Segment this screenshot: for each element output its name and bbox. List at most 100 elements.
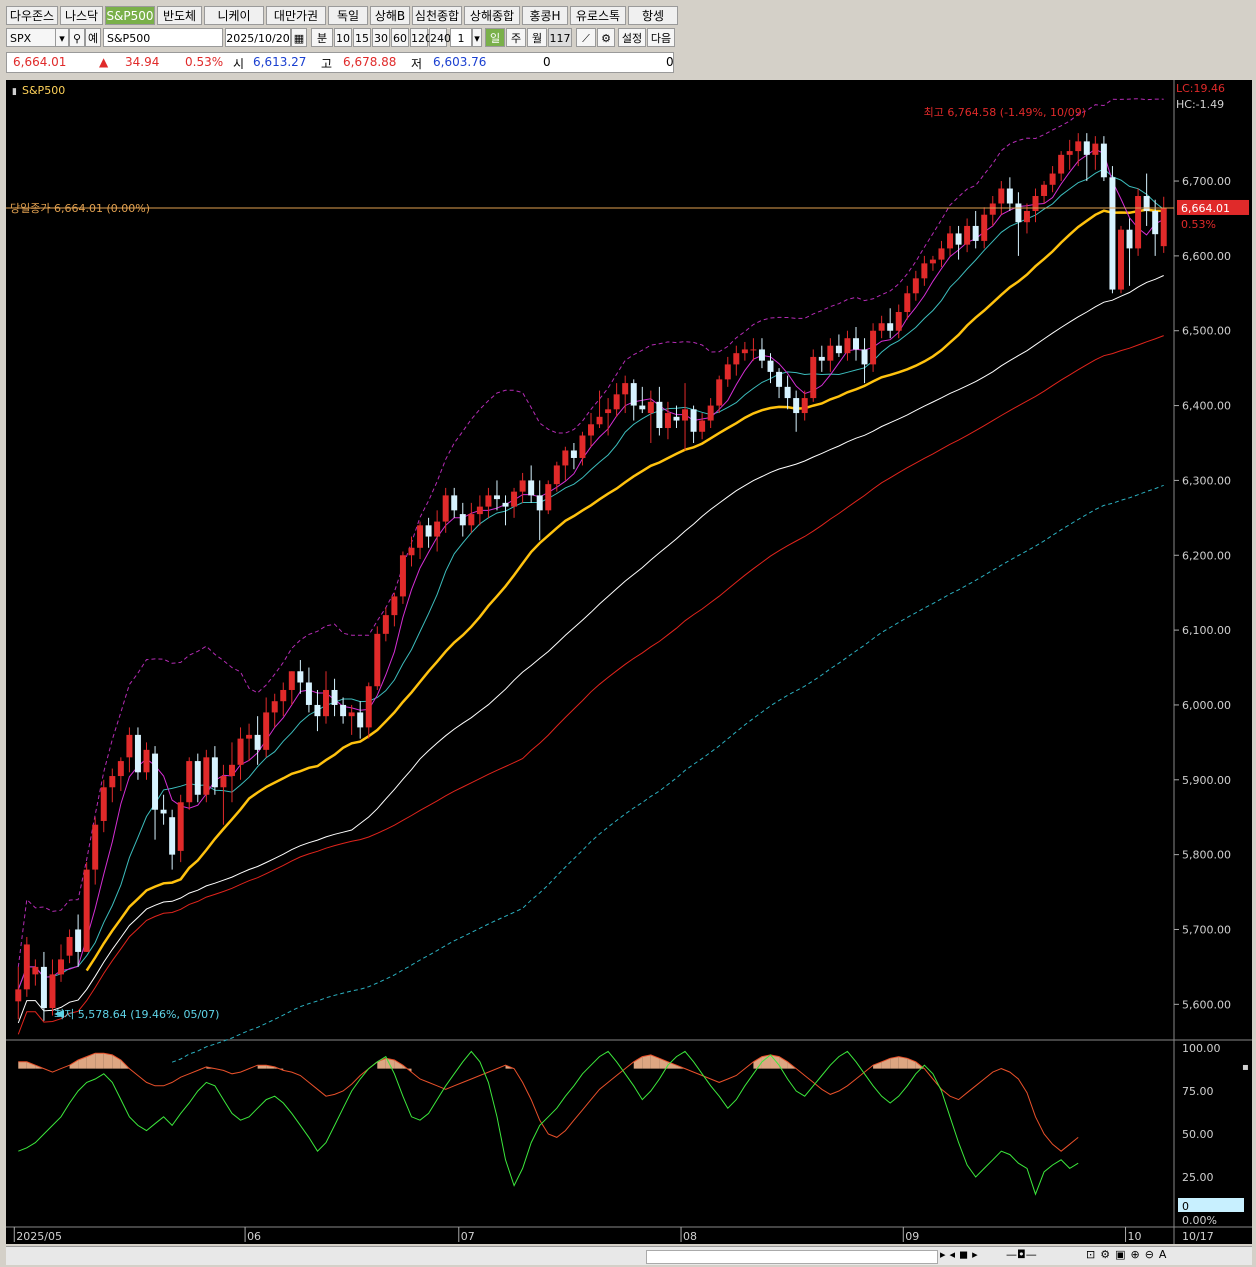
osc-pct-label: 0.00% — [1182, 1214, 1217, 1227]
x-label-0: 2025/05 — [16, 1230, 62, 1243]
tab-3[interactable]: 반도체 — [157, 6, 202, 25]
symbol-code-input[interactable]: SPX — [6, 28, 56, 47]
candle-body-60 — [528, 480, 535, 496]
tab-7[interactable]: 상해B — [370, 6, 410, 25]
candle-body-50 — [442, 495, 449, 522]
period-button-2[interactable]: 15 — [353, 28, 371, 47]
candle-body-88 — [767, 360, 774, 372]
candle-body-21 — [194, 761, 201, 795]
tab-5[interactable]: 대만가권 — [266, 6, 326, 25]
candle-body-34 — [305, 682, 312, 705]
candle-body-27 — [246, 734, 253, 739]
prefix-toggle[interactable]: 예 — [85, 28, 101, 47]
tab-2[interactable]: S&P500 — [105, 6, 155, 25]
change-pct: 0.53% — [185, 55, 224, 69]
low-value: 6,603.76 — [433, 55, 487, 69]
osc-tick-label-0: 100.00 — [1182, 1042, 1221, 1055]
chart-area[interactable]: 6,700.00 6,600.00 6,500.00 6,400.00 6,300.00… — [6, 80, 1252, 1244]
candle-body-52 — [459, 514, 466, 526]
period-button-5[interactable]: 120 — [410, 28, 432, 47]
candle-body-87 — [758, 349, 765, 361]
day-button[interactable]: 일 — [485, 28, 505, 47]
low-label: 저 — [411, 57, 423, 71]
candle-body-3 — [40, 966, 47, 1009]
gear-icon[interactable]: ⚙ — [597, 28, 615, 47]
tab-11[interactable]: 유로스톡 — [570, 6, 626, 25]
tab-0[interactable]: 다우존스 — [6, 6, 58, 25]
chart-scroll-bar[interactable]: ▸◂◼▸ —◘— ⊡⚙▣⊕⊖A — [6, 1246, 1252, 1265]
candle-body-116 — [1006, 188, 1013, 204]
candle-body-122 — [1058, 154, 1065, 174]
candle-body-101 — [878, 323, 885, 331]
candle-body-100 — [870, 330, 877, 365]
candle-body-45 — [399, 555, 406, 597]
period-button-6[interactable]: 240 — [429, 28, 451, 47]
last-price-tag: 6,664.01 — [1181, 202, 1230, 215]
tab-10[interactable]: 홍콩H — [522, 6, 568, 25]
y-tick-label-11: 5,600.00 — [1182, 998, 1231, 1011]
candle-body-73 — [639, 405, 646, 410]
week-button[interactable]: 주 — [506, 28, 526, 47]
candle-body-83 — [724, 364, 731, 380]
tab-1[interactable]: 나스닥 — [60, 6, 103, 25]
next-button[interactable]: 다음 — [647, 28, 675, 47]
candle-body-66 — [579, 435, 586, 458]
period-button-3[interactable]: 30 — [372, 28, 390, 47]
candle-body-118 — [1023, 210, 1030, 223]
x-label-6: 10/17 — [1182, 1230, 1214, 1243]
tab-4[interactable]: 니케이 — [204, 6, 264, 25]
candle-body-63 — [553, 465, 560, 485]
chart-tools-icons[interactable]: ⊡⚙▣⊕⊖A — [1086, 1248, 1171, 1261]
candle-body-25 — [228, 764, 235, 777]
candle-body-9 — [92, 824, 99, 870]
y-tick-label-4: 6,300.00 — [1182, 474, 1231, 487]
y-tick-label-9: 5,800.00 — [1182, 849, 1231, 862]
period-button-4[interactable]: 60 — [391, 28, 409, 47]
symbol-name-field[interactable]: S&P500 — [103, 28, 223, 47]
tab-6[interactable]: 독일 — [328, 6, 368, 25]
candle-body-24 — [220, 776, 227, 788]
period-count-dropdown-icon[interactable]: ▾ — [472, 28, 482, 47]
candle-body-10 — [100, 787, 107, 821]
up-arrow-icon: ▲ — [99, 55, 109, 69]
candle-body-78 — [682, 409, 689, 421]
search-icon[interactable]: ⚲ — [69, 28, 85, 47]
price-chart[interactable]: 6,700.00 6,600.00 6,500.00 6,400.00 6,300.00… — [6, 80, 1252, 1244]
candle-body-33 — [297, 671, 304, 683]
candle-body-91 — [793, 398, 800, 414]
candle-body-16 — [152, 753, 159, 810]
month-button[interactable]: 월 — [527, 28, 547, 47]
tab-9[interactable]: 상해종합 — [464, 6, 520, 25]
date-field[interactable]: 2025/10/20 — [225, 28, 291, 47]
period-button-1[interactable]: 10 — [334, 28, 352, 47]
max-annotation: 최고 6,764.58 (-1.49%, 10/09) — [924, 106, 1086, 119]
symbol-dropdown-icon[interactable]: ▾ — [55, 28, 69, 47]
candle-body-37 — [331, 689, 338, 705]
candle-body-32 — [288, 671, 295, 690]
bollinger-lower-line — [171, 484, 1164, 1063]
candle-body-67 — [588, 424, 594, 436]
candle-body-41 — [365, 686, 372, 728]
candle-body-18 — [169, 817, 176, 855]
chart-type-icon[interactable]: ⟋ — [576, 28, 596, 47]
candle-body-134 — [1160, 207, 1167, 247]
overbought-fill-0 — [18, 1061, 27, 1069]
candle-body-71 — [622, 383, 629, 395]
settings-button[interactable]: 설정 — [618, 28, 646, 47]
zoom-slider[interactable]: —◘— — [1006, 1248, 1037, 1261]
bar-count-field[interactable]: 117 — [548, 28, 572, 47]
tab-8[interactable]: 심천종합 — [412, 6, 462, 25]
scroll-track[interactable] — [646, 1250, 938, 1264]
tab-12[interactable]: 항셍 — [628, 6, 678, 25]
period-count-field[interactable]: 1 — [450, 28, 472, 47]
candle-body-62 — [545, 484, 552, 511]
candle-body-97 — [844, 338, 851, 354]
open-value: 6,613.27 — [253, 55, 307, 69]
candle-body-28 — [254, 734, 261, 750]
calendar-icon[interactable]: ▦ — [291, 28, 307, 47]
overbought-fill-87 — [761, 1054, 771, 1069]
osc-tick-label-3: 25.00 — [1182, 1171, 1214, 1184]
candle-body-68 — [596, 416, 603, 425]
period-button-0[interactable]: 분 — [311, 28, 333, 47]
scroll-controls-icon[interactable]: ▸◂◼▸ — [940, 1248, 982, 1261]
